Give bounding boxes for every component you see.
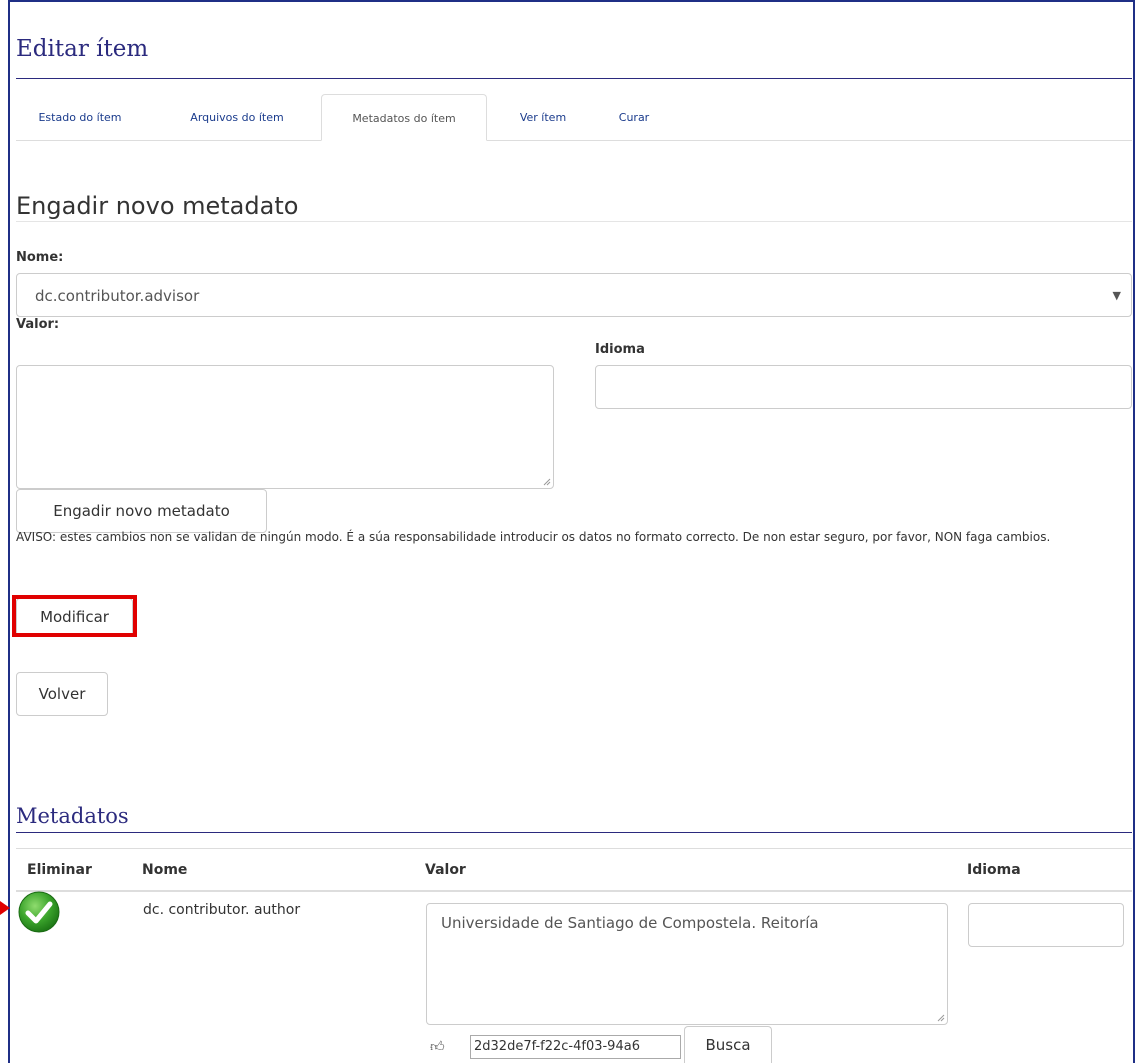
header-name: Nome <box>142 862 188 878</box>
value-label: Valor: <box>16 317 60 332</box>
thumbs-up-icon[interactable]: 👍︎ <box>430 1038 445 1055</box>
header-delete: Eliminar <box>27 862 92 878</box>
language-input[interactable] <box>595 365 1132 409</box>
tab-item-files[interactable]: Arquivos do ítem <box>164 94 310 141</box>
row-resize-handle-icon <box>937 1014 945 1022</box>
resize-handle-icon <box>543 478 551 486</box>
tab-bar: Estado do ítem Arquivos do ítem Metadato… <box>16 94 1132 141</box>
metadata-heading: Metadatos <box>16 804 129 828</box>
tab-item-status[interactable]: Estado do ítem <box>16 94 144 141</box>
name-label: Nome: <box>16 250 64 265</box>
language-label: Idioma <box>595 342 645 357</box>
add-metadata-button[interactable]: Engadir novo metadato <box>16 489 267 533</box>
page-title: Editar ítem <box>16 36 149 62</box>
tab-item-curate[interactable]: Curar <box>600 94 668 141</box>
value-textarea[interactable] <box>16 365 554 489</box>
metadata-field-selected: dc.contributor.advisor <box>35 287 200 305</box>
metadata-field-select[interactable]: dc.contributor.advisor ▼ <box>16 273 1132 317</box>
header-value: Valor <box>425 862 466 878</box>
row-value-textarea[interactable]: Universidade de Santiago de Compostela. … <box>426 903 948 1025</box>
warning-text: AVISO: estes cambios non se validan de n… <box>16 530 1051 544</box>
add-metadata-heading: Engadir novo metadato <box>16 192 299 220</box>
dropdown-arrow-icon: ▼ <box>1112 289 1121 302</box>
table-header: Eliminar Nome Valor Idioma <box>16 848 1132 892</box>
tab-item-view[interactable]: Ver ítem <box>498 94 588 141</box>
header-language: Idioma <box>967 862 1021 878</box>
authority-input[interactable]: 2d32de7f-f22c-4f03-94a6 <box>470 1035 681 1059</box>
search-button[interactable]: Busca <box>684 1026 772 1063</box>
check-circle-icon[interactable] <box>17 890 61 934</box>
row-language-input[interactable] <box>968 903 1124 947</box>
red-arrow-icon <box>0 901 10 915</box>
back-button[interactable]: Volver <box>16 672 108 716</box>
row-name: dc. contributor. author <box>143 902 301 918</box>
metadata-heading-divider <box>16 832 1132 833</box>
add-heading-divider <box>16 221 1132 222</box>
highlight-box <box>12 595 137 637</box>
frame-top-border <box>8 0 1135 2</box>
row-value-text: Universidade de Santiago de Compostela. … <box>441 914 819 932</box>
tab-item-metadata[interactable]: Metadatos do ítem <box>321 94 487 141</box>
title-divider <box>16 78 1132 79</box>
